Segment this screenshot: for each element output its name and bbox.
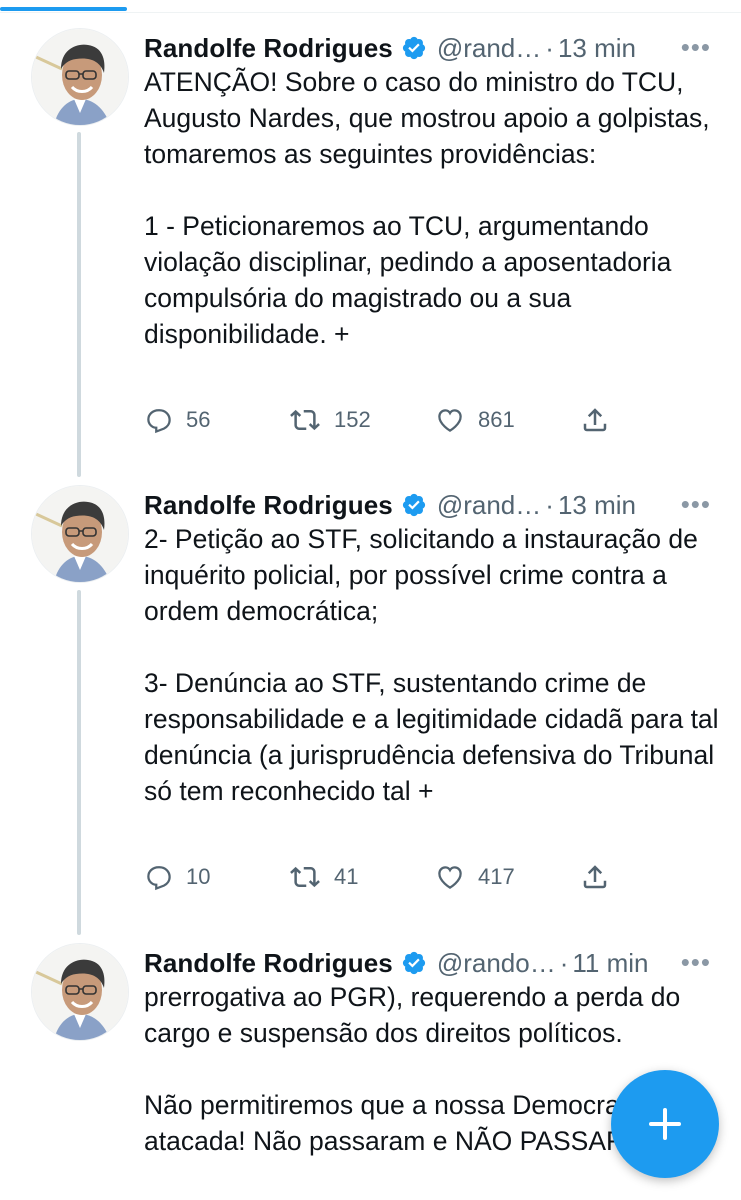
tweet-actions: 56 152 861 [144, 400, 741, 440]
reply-count: 56 [186, 407, 211, 432]
verified-badge-icon [401, 492, 427, 518]
tweet-header: Randolfe Rodrigues @rand… · 13 min ••• [144, 485, 711, 525]
thread-line [77, 590, 81, 935]
more-options-icon[interactable]: ••• [681, 489, 711, 520]
share-icon [583, 865, 607, 889]
heart-icon [438, 409, 462, 432]
author-handle[interactable]: @rand… [437, 33, 541, 64]
separator-dot: · [545, 32, 554, 63]
like-button[interactable]: 417 [434, 857, 515, 897]
tweet-paragraph: 2- Petição ao STF, solicitando a instaur… [144, 524, 698, 626]
timestamp[interactable]: 13 min [558, 33, 636, 64]
separator-dot: · [559, 947, 569, 978]
tweet-paragraph: ATENÇÃO! Sobre o caso do ministro do TCU… [144, 67, 710, 169]
retweet-count: 152 [334, 407, 371, 432]
author-handle[interactable]: @rand… [437, 490, 541, 521]
separator-dot: · [545, 489, 554, 520]
compose-tweet-button[interactable] [611, 1070, 719, 1178]
reply-icon [147, 409, 171, 434]
tweet-header: Randolfe Rodrigues @rand… · 13 min ••• [144, 28, 711, 68]
retweet-icon [290, 866, 320, 888]
avatar-photo [32, 486, 128, 582]
reply-icon [147, 866, 171, 891]
heart-icon [438, 866, 462, 889]
author-name[interactable]: Randolfe Rodrigues [144, 490, 393, 521]
tab-indicator [0, 7, 127, 11]
thread-line [77, 132, 81, 477]
share-icon [583, 408, 607, 432]
retweet-count: 41 [334, 864, 359, 889]
avatar-photo [32, 29, 128, 125]
verified-badge-icon [401, 950, 427, 976]
avatar[interactable] [31, 943, 129, 1041]
share-button[interactable] [580, 857, 610, 897]
plus-icon [649, 1108, 681, 1140]
reply-button[interactable]: 56 [144, 400, 210, 440]
tweet-text: ATENÇÃO! Sobre o caso do ministro do TCU… [144, 64, 719, 352]
more-options-icon[interactable]: ••• [681, 947, 711, 978]
verified-badge-icon [401, 35, 427, 61]
reply-button[interactable]: 10 [144, 857, 210, 897]
like-count: 417 [478, 864, 515, 889]
like-count: 861 [478, 407, 515, 432]
tweet-header: Randolfe Rodrigues @rando… · 11 min ••• [144, 943, 711, 983]
author-handle[interactable]: @rando… [437, 948, 556, 979]
tweet-actions: 10 41 417 [144, 857, 741, 897]
tweet-paragraph: prerrogativa ao PGR), requerendo a perda… [144, 982, 681, 1048]
like-button[interactable]: 861 [434, 400, 515, 440]
retweet-icon [290, 409, 320, 431]
avatar[interactable] [31, 28, 129, 126]
retweet-button[interactable]: 41 [288, 857, 358, 897]
tweet-text: 2- Petição ao STF, solicitando a instaur… [144, 521, 719, 809]
timestamp[interactable]: 13 min [558, 490, 636, 521]
share-button[interactable] [580, 400, 610, 440]
tweet-paragraph: 3- Denúncia ao STF, sustentando crime de… [144, 668, 719, 806]
reply-count: 10 [186, 864, 211, 889]
avatar[interactable] [31, 485, 129, 583]
more-options-icon[interactable]: ••• [681, 32, 711, 63]
avatar-photo [32, 944, 128, 1040]
retweet-button[interactable]: 152 [288, 400, 371, 440]
author-name[interactable]: Randolfe Rodrigues [144, 33, 393, 64]
tweet-paragraph: 1 - Peticionaremos ao TCU, argumentando … [144, 211, 672, 349]
timestamp[interactable]: 11 min [572, 948, 648, 979]
top-divider [0, 12, 741, 13]
author-name[interactable]: Randolfe Rodrigues [144, 948, 393, 979]
